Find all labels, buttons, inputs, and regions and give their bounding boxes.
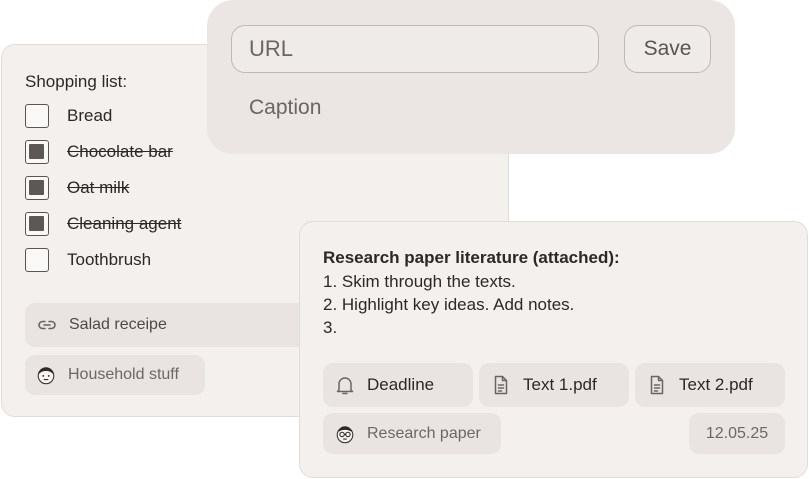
- attachment-chip-text1[interactable]: Text 1.pdf: [479, 363, 629, 407]
- tag-chip-household[interactable]: Household stuff: [25, 355, 205, 395]
- checkbox-checked[interactable]: [25, 176, 49, 200]
- note-line: 1. Skim through the texts.: [323, 272, 516, 291]
- deadline-chip-label: Deadline: [367, 375, 435, 394]
- tag-chip-research[interactable]: Research paper: [323, 413, 501, 454]
- list-item-cleaning-agent[interactable]: Cleaning agent: [25, 211, 181, 237]
- list-item-label: Cleaning agent: [67, 214, 182, 233]
- list-item-toothbrush[interactable]: Toothbrush: [25, 247, 151, 273]
- document-icon: [646, 374, 668, 396]
- research-note-card: Research paper literature (attached): 1.…: [299, 221, 808, 478]
- link-chip-label: Salad receipe: [69, 316, 167, 333]
- note-line: 3.: [323, 318, 338, 337]
- avatar-glasses-icon: [334, 423, 356, 445]
- note-title: Research paper literature (attached):: [323, 248, 620, 267]
- save-button[interactable]: Save: [624, 25, 711, 73]
- url-input[interactable]: [231, 25, 599, 73]
- list-item-oat-milk[interactable]: Oat milk: [25, 175, 129, 201]
- attachment-chip-text2[interactable]: Text 2.pdf: [635, 363, 785, 407]
- tag-chip-label: Household stuff: [68, 366, 179, 383]
- document-icon: [490, 374, 512, 396]
- caption-field[interactable]: Caption: [249, 96, 321, 120]
- shopping-list-title: Shopping list:: [25, 72, 128, 91]
- checkbox-checked[interactable]: [25, 140, 49, 164]
- date-chip[interactable]: 12.05.25: [689, 413, 785, 454]
- checkbox-checked[interactable]: [25, 212, 49, 236]
- tag-chip-label: Research paper: [367, 424, 481, 442]
- attachment-label: Text 2.pdf: [679, 375, 753, 394]
- list-item-label: Oat milk: [67, 178, 130, 197]
- attachment-label: Text 1.pdf: [523, 375, 597, 394]
- checkbox-unchecked[interactable]: [25, 248, 49, 272]
- bell-icon: [334, 374, 356, 396]
- avatar-icon: [35, 364, 57, 386]
- deadline-chip[interactable]: Deadline: [323, 363, 473, 407]
- list-item-label: Bread: [67, 106, 113, 125]
- list-item-chocolate-bar[interactable]: Chocolate bar: [25, 139, 173, 165]
- list-item-bread[interactable]: Bread: [25, 103, 112, 129]
- checkbox-unchecked[interactable]: [25, 104, 49, 128]
- list-item-label: Chocolate bar: [67, 142, 173, 161]
- link-editor-card: Save Caption: [207, 0, 735, 154]
- note-line: 2. Highlight key ideas. Add notes.: [323, 295, 575, 314]
- list-item-label: Toothbrush: [67, 250, 152, 269]
- link-icon: [36, 314, 58, 336]
- link-chip-salad[interactable]: Salad receipe: [25, 303, 315, 347]
